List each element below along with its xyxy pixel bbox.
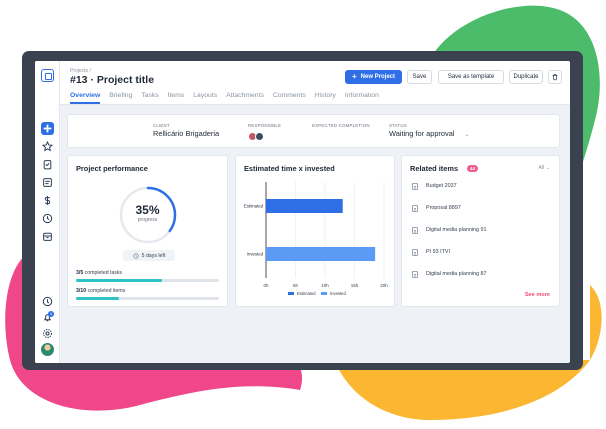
tab-tasks[interactable]: Tasks xyxy=(141,92,158,99)
related-item-label: Proposal 8897 xyxy=(426,205,461,211)
client-value: Rellicário Brigaderia xyxy=(153,129,220,138)
y-tick-label: Invested xyxy=(247,252,264,257)
related-item[interactable]: PI 93 ITVI xyxy=(412,247,450,257)
user-avatar[interactable] xyxy=(41,343,54,356)
responsible-label: RESPONSIBLE xyxy=(248,123,282,128)
performance-title: Project performance xyxy=(76,164,148,173)
related-item-label: Digital media planning 91 xyxy=(426,227,487,233)
tab-briefing[interactable]: Briefing xyxy=(109,92,132,99)
status-value: Waiting for approval xyxy=(389,129,455,138)
chevron-down-icon: ⌄ xyxy=(545,165,550,171)
plus-icon: + xyxy=(351,72,357,81)
tasks-caption: completed tasks xyxy=(84,270,123,276)
items-progress-fill xyxy=(76,297,119,300)
settings-icon[interactable] xyxy=(41,327,54,340)
see-more-link[interactable]: See more xyxy=(525,292,550,298)
notification-badge: 4 xyxy=(48,311,54,317)
page-header: Projects / #13 · Project title + New Pro… xyxy=(60,61,570,105)
project-performance-card: Project performance 35% progress 5 days … xyxy=(67,155,228,307)
document-icon xyxy=(412,226,418,234)
related-count-badge: 44 xyxy=(467,165,479,172)
days-left-text: 5 days left xyxy=(141,252,166,259)
client-label: CLIENT xyxy=(153,123,170,128)
tasks-progress-bar xyxy=(76,279,219,282)
related-item[interactable]: Digital media planning 91 xyxy=(412,225,487,235)
related-item[interactable]: Digital media planning 87 xyxy=(412,269,487,279)
new-project-label: New Project xyxy=(360,74,396,80)
checklist-icon[interactable] xyxy=(41,176,54,189)
add-icon[interactable] xyxy=(41,122,54,135)
clipboard-icon[interactable] xyxy=(41,158,54,171)
days-left-badge: 5 days left xyxy=(123,250,175,261)
progress-caption: progress xyxy=(137,217,158,223)
star-icon[interactable] xyxy=(41,140,54,153)
document-icon xyxy=(412,248,418,256)
x-tick-label: 10h xyxy=(321,283,329,288)
delete-button[interactable] xyxy=(548,70,562,84)
items-count: 3/10 xyxy=(76,288,87,294)
logo-icon[interactable] xyxy=(41,69,54,82)
tab-comments[interactable]: Comments xyxy=(273,92,306,99)
time-chart: 0h 5h 10h 15h 20h Estimated Invested Estimated I… xyxy=(244,182,388,296)
estimated-vs-invested-card: Estimated time x invested 0h 5h 10h 15h 20h E… xyxy=(235,155,395,307)
x-tick-label: 5h xyxy=(293,283,299,288)
clock-icon xyxy=(133,252,139,259)
bar-invested xyxy=(266,247,376,261)
duplicate-button[interactable]: Duplicate xyxy=(509,70,543,84)
status-dropdown[interactable]: Waiting for approval ⌄ xyxy=(389,129,470,138)
tab-information[interactable]: Information xyxy=(345,92,379,99)
related-item[interactable]: Budget 2037 xyxy=(412,181,457,191)
tab-layouts[interactable]: Layouts xyxy=(193,92,217,99)
x-tick-label: 20h xyxy=(380,283,388,288)
related-item-label: PI 93 ITVI xyxy=(426,249,450,255)
related-items-card: Related items 44 All ⌄ Budget 2037 Propos… xyxy=(401,155,560,307)
x-tick-label: 15h xyxy=(351,283,359,288)
related-item-label: Budget 2037 xyxy=(426,183,457,189)
items-progress-label: 3/10 completed items xyxy=(76,288,125,294)
tasks-progress-fill xyxy=(76,279,162,282)
items-caption: completed items xyxy=(87,288,126,294)
legend-label: Invested xyxy=(330,291,347,296)
tab-items[interactable]: Items xyxy=(168,92,185,99)
save-button[interactable]: Save xyxy=(407,70,432,84)
items-progress-bar xyxy=(76,297,219,300)
tab-overview[interactable]: Overview xyxy=(70,92,101,104)
legend-swatch xyxy=(288,292,294,295)
dollar-icon[interactable] xyxy=(41,194,54,207)
tab-attachments[interactable]: Attachments xyxy=(226,92,264,99)
clock-icon[interactable] xyxy=(41,212,54,225)
expected-completion-label: EXPECTED COMPLETION xyxy=(312,123,370,128)
app-screen: 4 Projects / #13 · Project title + New P… xyxy=(35,61,570,363)
bar-estimated xyxy=(266,199,343,213)
x-tick-label: 0h xyxy=(263,283,269,288)
related-filter-dropdown[interactable]: All ⌄ xyxy=(538,165,550,171)
archive-icon[interactable] xyxy=(41,230,54,243)
document-icon xyxy=(412,270,418,278)
progress-percent: 35% xyxy=(135,203,160,217)
left-rail: 4 xyxy=(35,61,60,363)
legend-swatch xyxy=(321,292,327,295)
page-title: #13 · Project title xyxy=(70,74,155,86)
tab-bar: Overview Briefing Tasks Items Layouts At… xyxy=(70,92,379,104)
document-icon xyxy=(412,204,418,212)
document-icon xyxy=(412,182,418,190)
legend-label: Estimated xyxy=(297,291,316,296)
related-filter-value: All xyxy=(538,165,545,171)
trash-icon xyxy=(552,74,558,81)
new-project-button[interactable]: + New Project xyxy=(345,70,402,84)
project-details-card xyxy=(67,114,560,148)
tasks-progress-label: 3/5 completed tasks xyxy=(76,270,122,276)
responsible-avatar-2[interactable] xyxy=(255,132,264,141)
related-item-label: Digital media planning 87 xyxy=(426,271,487,277)
help-icon[interactable] xyxy=(41,295,54,308)
related-title: Related items xyxy=(410,164,459,173)
tab-history[interactable]: History xyxy=(315,92,336,99)
status-label: STATUS xyxy=(389,123,407,128)
y-tick-label: Estimated xyxy=(244,204,264,209)
tasks-count: 3/5 xyxy=(76,270,84,276)
save-as-template-button[interactable]: Save as template xyxy=(438,70,504,84)
chevron-down-icon: ⌄ xyxy=(464,132,470,138)
related-item[interactable]: Proposal 8897 xyxy=(412,203,461,213)
